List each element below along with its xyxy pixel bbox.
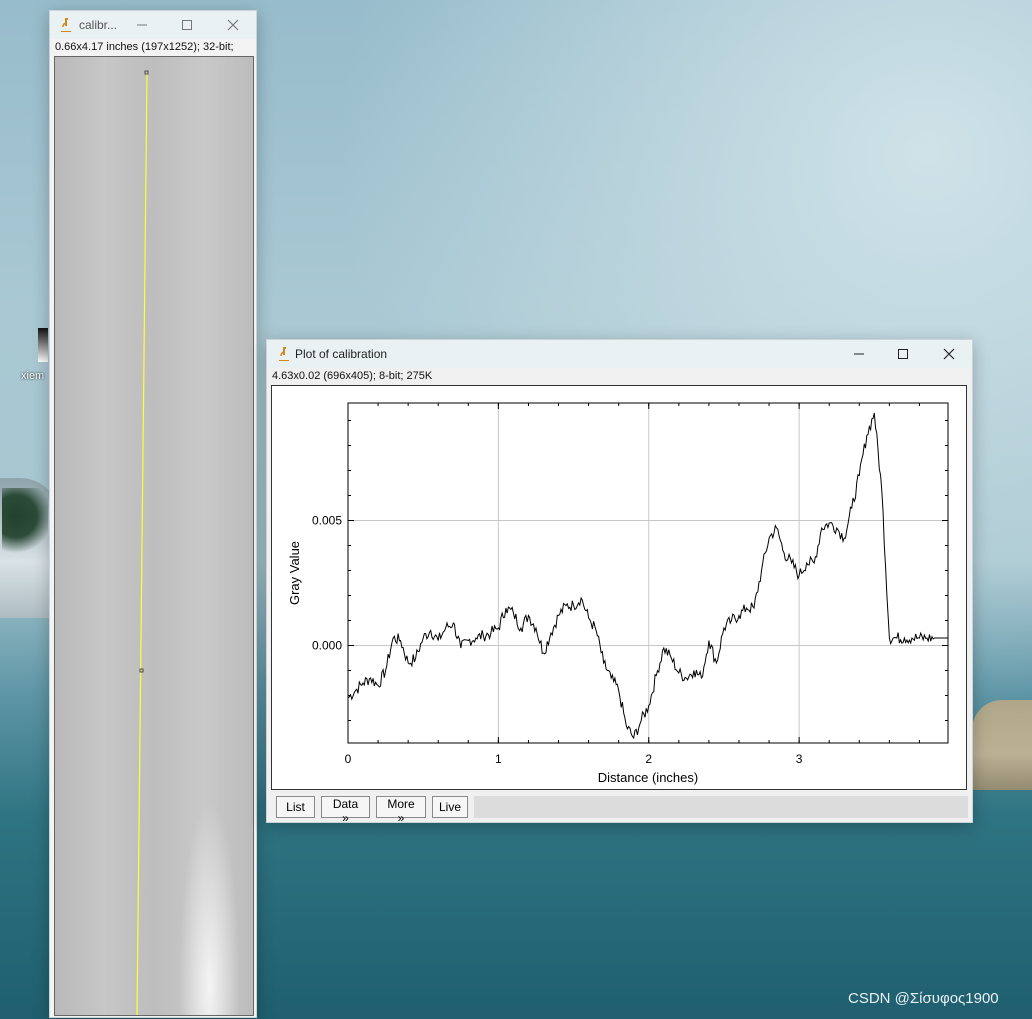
image-window: calibr... 0.66x4.17 inches (197x1252); 3… bbox=[49, 10, 257, 1018]
data-button[interactable]: Data » bbox=[321, 796, 370, 825]
more-button[interactable]: More » bbox=[376, 796, 426, 825]
plot-status-field bbox=[474, 796, 968, 818]
y-axis-label: Gray Value bbox=[287, 541, 302, 605]
selection-line[interactable] bbox=[136, 72, 148, 1015]
close-button[interactable] bbox=[927, 340, 971, 368]
x-tick-label: 0 bbox=[345, 752, 352, 766]
line-selection[interactable] bbox=[55, 57, 253, 1015]
close-icon bbox=[227, 19, 239, 31]
window-title: Plot of calibration bbox=[295, 347, 388, 361]
x-tick-label: 3 bbox=[796, 752, 803, 766]
watermark: CSDN @Σίσυφος1900 bbox=[848, 990, 999, 1007]
profile-line bbox=[347, 412, 948, 740]
plot-chart: 0 1 2 3 0.000 0.005 Distance (inches) Gray Va… bbox=[287, 402, 949, 785]
background-reeds bbox=[972, 700, 1032, 790]
maximize-button[interactable] bbox=[165, 11, 209, 39]
list-button[interactable]: List bbox=[276, 796, 315, 818]
close-icon bbox=[943, 348, 955, 360]
maximize-icon bbox=[898, 349, 908, 359]
x-axis-label: Distance (inches) bbox=[598, 770, 698, 785]
live-button[interactable]: Live bbox=[432, 796, 468, 818]
plot-window-titlebar[interactable]: Plot of calibration bbox=[267, 340, 972, 368]
plot-area[interactable]: 0 1 2 3 0.000 0.005 Distance (inches) Gray Va… bbox=[271, 385, 967, 790]
close-button[interactable] bbox=[211, 11, 255, 39]
background-trees bbox=[2, 488, 48, 558]
maximize-icon bbox=[182, 20, 192, 30]
desktop-file-icon[interactable] bbox=[38, 328, 48, 362]
minimize-icon bbox=[854, 353, 864, 355]
plot-border bbox=[347, 402, 949, 744]
x-tick-label: 1 bbox=[495, 752, 502, 766]
plot-button-bar: List Data » More » Live bbox=[267, 794, 972, 825]
plot-info: 4.63x0.02 (696x405); 8-bit; 275K bbox=[272, 370, 433, 382]
plot-window: Plot of calibration 4.63x0.02 (696x405);… bbox=[266, 339, 973, 825]
y-tick-label: 0.005 bbox=[312, 514, 342, 528]
desktop-file-label[interactable]: xiem bbox=[21, 370, 44, 382]
x-tick-label: 2 bbox=[645, 752, 652, 766]
microscope-icon bbox=[59, 17, 73, 33]
minimize-icon bbox=[137, 24, 147, 26]
microscope-icon bbox=[277, 346, 291, 362]
image-info: 0.66x4.17 inches (197x1252); 32-bit; bbox=[55, 41, 234, 53]
window-title: calibr... bbox=[79, 18, 118, 32]
minimize-button[interactable] bbox=[837, 340, 881, 368]
maximize-button[interactable] bbox=[881, 340, 925, 368]
image-window-titlebar[interactable]: calibr... bbox=[50, 11, 256, 39]
image-canvas[interactable] bbox=[54, 56, 254, 1016]
minimize-button[interactable] bbox=[120, 11, 164, 39]
y-tick-label: 0.000 bbox=[312, 639, 342, 653]
